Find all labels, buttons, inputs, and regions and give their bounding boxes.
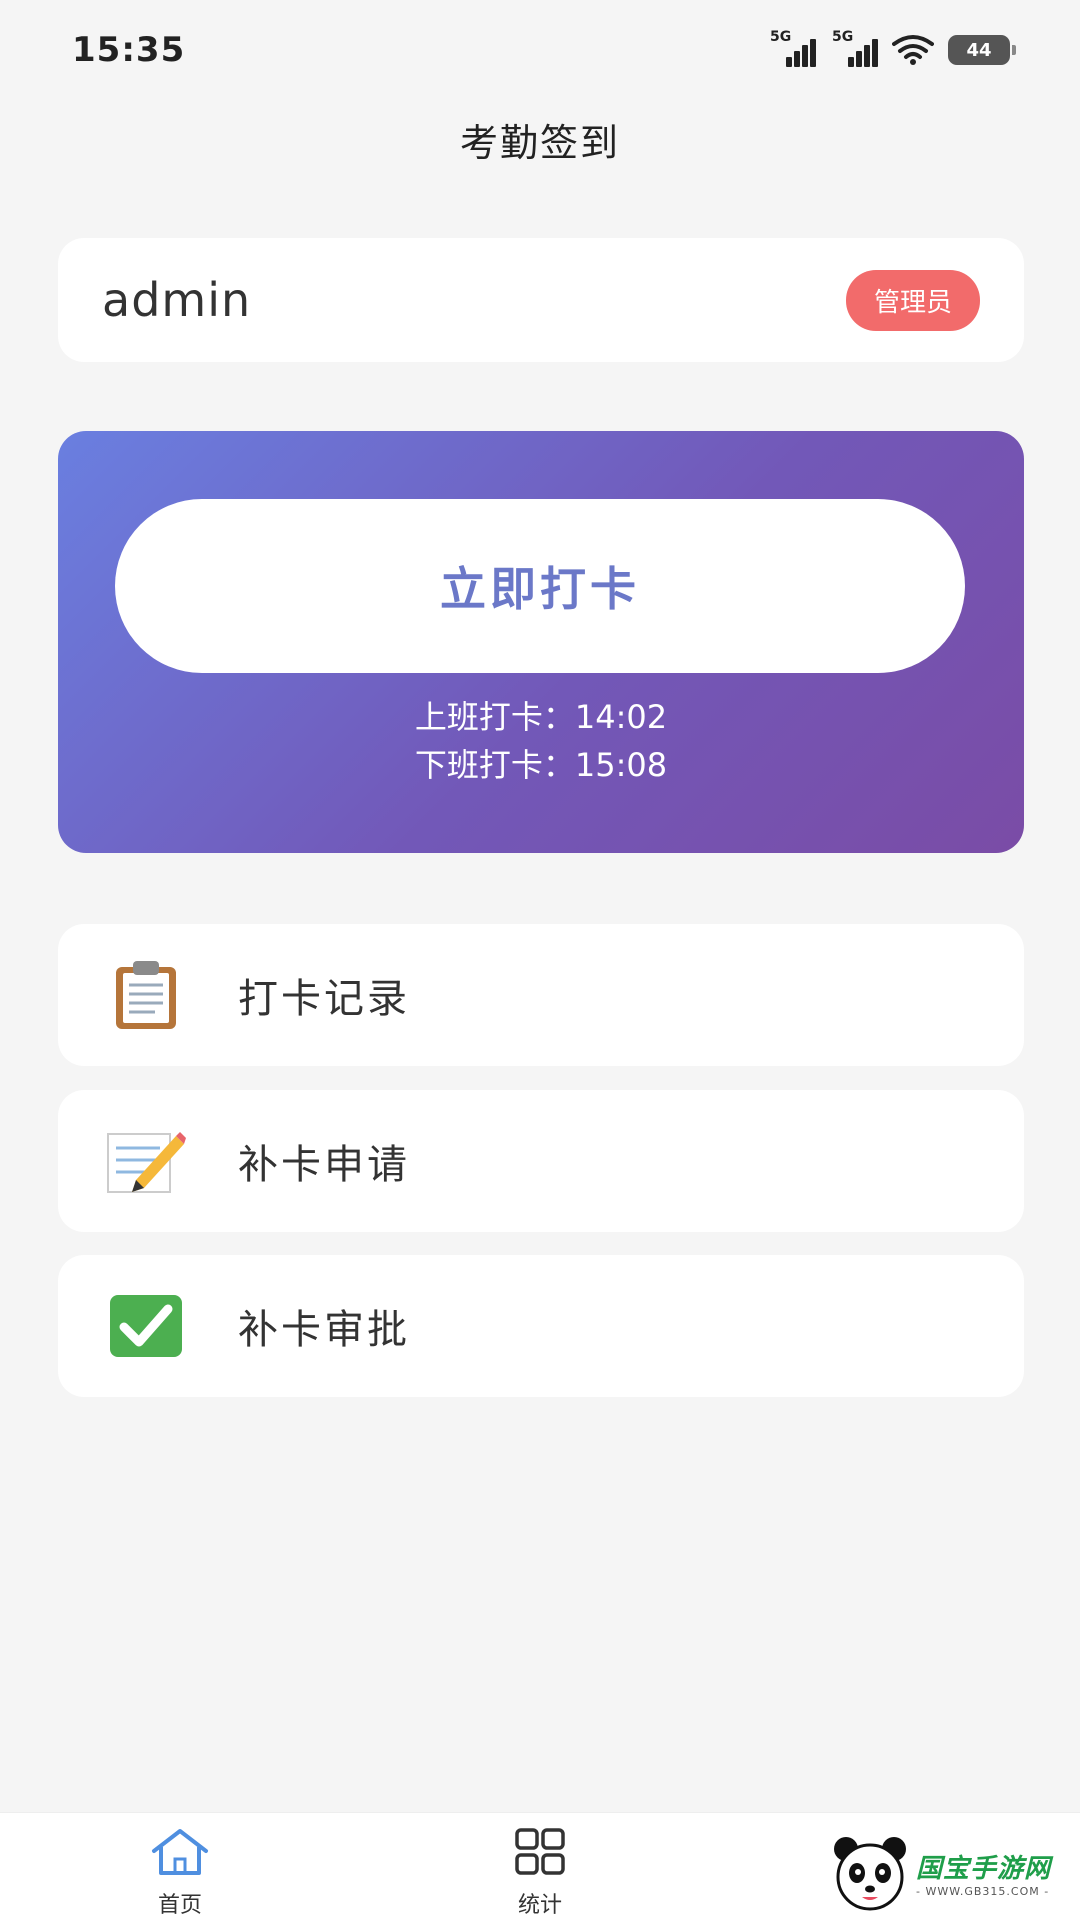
watermark-url: - WWW.GB315.COM - [916, 1885, 1050, 1898]
menu-label-approval: 补卡审批 [238, 1307, 410, 1353]
sim2-label: 5G [832, 29, 854, 45]
menu-item-makeup-approval[interactable]: 补卡审批 [58, 1255, 1024, 1397]
battery-level: 44 [966, 39, 992, 61]
menu-item-checkin-records[interactable]: 打卡记录 [58, 924, 1024, 1066]
clipboard-icon [104, 953, 188, 1037]
status-bar: 15:35 5G 5G 44 [0, 0, 1080, 100]
menu-label-request: 补卡申请 [238, 1142, 410, 1188]
watermark-logo: 国宝手游网 - WWW.GB315.COM - [830, 1826, 1080, 1920]
checkin-button[interactable]: 立即打卡 [115, 499, 965, 673]
panda-icon [834, 1837, 906, 1911]
tab-stats[interactable]: 统计 [460, 1827, 620, 1919]
battery-icon: 44 [948, 35, 1016, 65]
home-icon [152, 1829, 208, 1875]
clock-out-time: 下班打卡：15:08 [414, 746, 668, 784]
tab-home-label: 首页 [157, 1893, 202, 1918]
signal-icon-sim2: 5G [832, 29, 878, 67]
user-card: admin 管理员 [58, 238, 1024, 362]
tab-stats-label: 统计 [517, 1893, 562, 1918]
username: admin [102, 273, 252, 327]
check-mark-icon [104, 1284, 188, 1368]
menu-label-records: 打卡记录 [238, 976, 410, 1022]
signal-icon-sim1: 5G [770, 29, 816, 67]
grid-icon [515, 1828, 565, 1875]
page-title: 考勤签到 [459, 121, 620, 165]
checkin-card: 立即打卡 上班打卡：14:02 下班打卡：15:08 [58, 431, 1024, 853]
checkin-times: 上班打卡：14:02 下班打卡：15:08 [58, 693, 1024, 789]
status-time: 15:35 [72, 30, 186, 70]
watermark-name: 国宝手游网 [916, 1854, 1052, 1884]
clock-in-time: 上班打卡：14:02 [414, 698, 668, 736]
wifi-icon [892, 35, 934, 65]
sim1-label: 5G [770, 29, 792, 45]
role-badge: 管理员 [845, 269, 980, 331]
status-icons: 5G 5G 44 [770, 29, 1016, 67]
memo-pencil-icon [104, 1119, 188, 1203]
tab-home[interactable]: 首页 [100, 1827, 260, 1919]
menu-item-makeup-request[interactable]: 补卡申请 [58, 1090, 1024, 1232]
